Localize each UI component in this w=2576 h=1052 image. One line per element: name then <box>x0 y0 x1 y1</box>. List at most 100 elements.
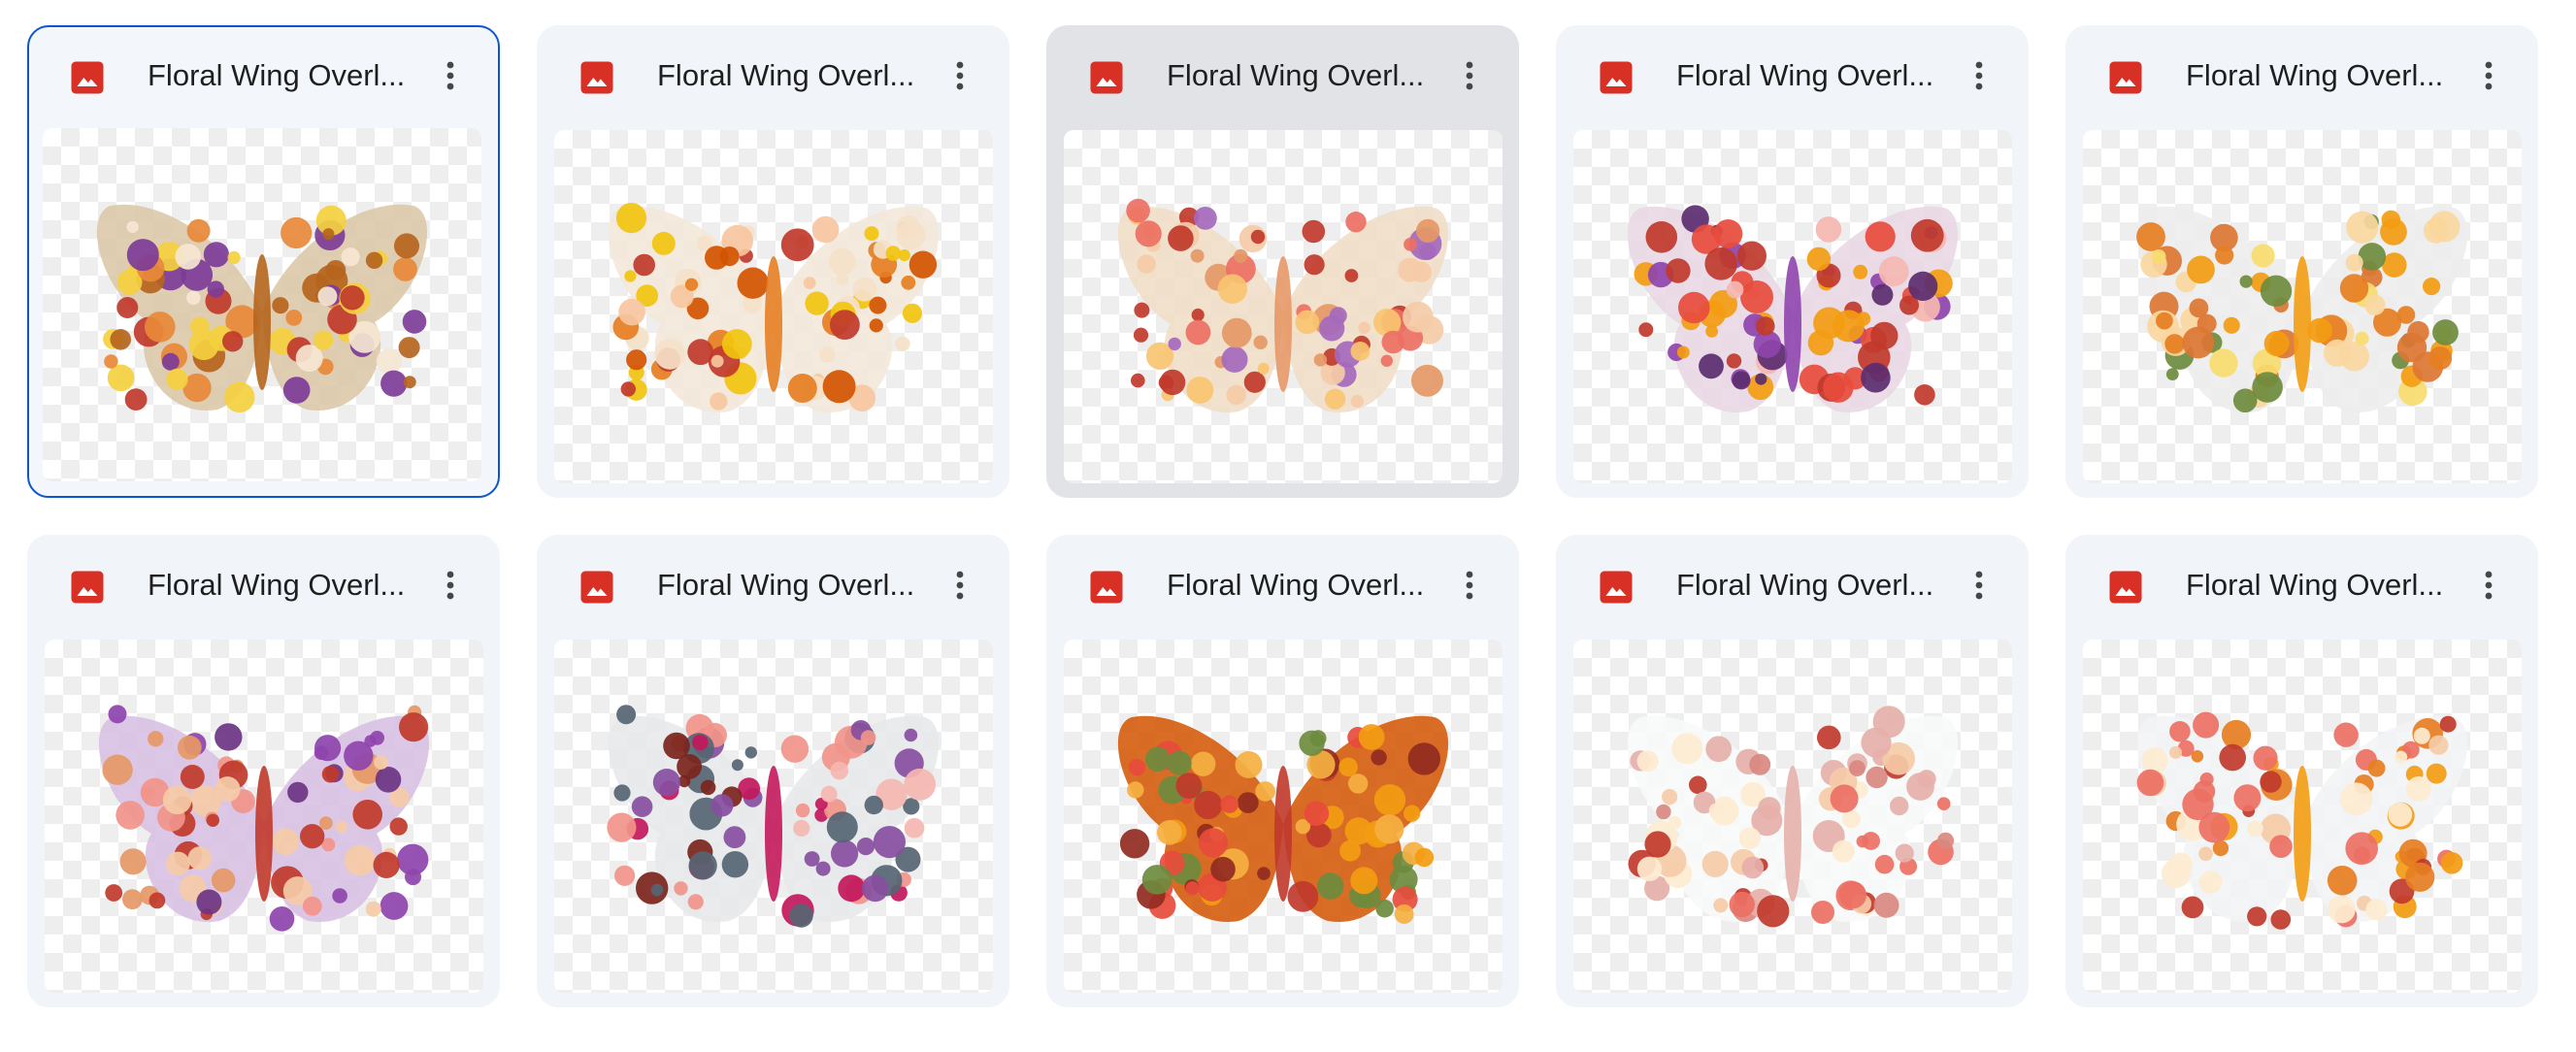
file-card-3[interactable]: Floral Wing Overl... <box>1046 25 1519 498</box>
flower <box>904 768 937 801</box>
flower <box>187 846 212 871</box>
more-actions-button[interactable] <box>2461 558 2516 612</box>
file-card-header: Floral Wing Overl... <box>2067 27 2536 130</box>
flower <box>828 247 856 276</box>
flower <box>2355 331 2369 345</box>
flower <box>119 848 147 875</box>
flower <box>1220 795 1238 813</box>
flower <box>1190 248 1205 263</box>
flower <box>281 216 313 249</box>
more-vertical-icon <box>1466 61 1473 90</box>
file-card-10[interactable]: Floral Wing Overl... <box>2065 535 2538 1007</box>
butterfly-body <box>253 254 271 390</box>
file-card-5[interactable]: Floral Wing Overl... <box>2065 25 2538 498</box>
flower <box>1134 302 1150 318</box>
flower <box>789 904 813 928</box>
flower <box>2219 743 2246 772</box>
file-card-9[interactable]: Floral Wing Overl... <box>1556 535 2029 1007</box>
flower <box>398 337 420 359</box>
flower <box>1159 369 1186 396</box>
flower <box>1936 797 1951 810</box>
flower <box>2198 811 2230 843</box>
flower <box>2161 859 2191 889</box>
flower <box>1874 854 1895 874</box>
flower <box>731 759 743 772</box>
flower <box>1135 220 1162 247</box>
flower <box>1339 839 1361 862</box>
flower <box>1221 317 1252 348</box>
flower <box>633 253 655 277</box>
more-actions-button[interactable] <box>423 558 478 612</box>
butterfly-body <box>1784 766 1801 902</box>
more-actions-button[interactable] <box>423 49 478 103</box>
flower <box>1756 316 1775 336</box>
flower <box>287 781 309 804</box>
flower <box>1699 353 1724 379</box>
file-grid: Floral Wing Overl... Floral Wing Overl..… <box>27 25 2538 1007</box>
flower <box>1185 881 1200 896</box>
flower <box>2263 330 2290 357</box>
flower <box>1210 856 1236 882</box>
file-name: Floral Wing Overl... <box>2186 58 2444 92</box>
flower <box>721 329 752 359</box>
flower <box>2199 773 2214 787</box>
flower <box>1705 325 1718 338</box>
flower <box>1137 254 1156 274</box>
file-card-7[interactable]: Floral Wing Overl... <box>537 535 1009 1007</box>
more-actions-button[interactable] <box>1952 558 2006 612</box>
flower <box>2193 711 2220 739</box>
flower <box>2223 316 2240 334</box>
file-card-4[interactable]: Floral Wing Overl... <box>1556 25 2029 498</box>
flower <box>2182 326 2215 359</box>
more-vertical-icon <box>2485 61 2493 90</box>
flower <box>2136 769 2164 797</box>
flower <box>1726 280 1744 299</box>
flower <box>126 220 139 234</box>
flower <box>1404 805 1421 822</box>
flower <box>1403 301 1434 333</box>
flower <box>2413 727 2430 744</box>
flower <box>1126 198 1150 223</box>
flower <box>224 381 255 413</box>
more-actions-button[interactable] <box>2461 49 2516 103</box>
flower <box>705 246 729 270</box>
floral-wing-artwork <box>1117 715 1449 924</box>
butterfly-body <box>1274 256 1292 392</box>
flower <box>302 896 322 916</box>
file-card-8[interactable]: Floral Wing Overl... <box>1046 535 1519 1007</box>
flower <box>895 336 910 351</box>
file-thumbnail <box>554 130 993 483</box>
file-card-2[interactable]: Floral Wing Overl... <box>537 25 1009 498</box>
flower <box>1345 212 1367 233</box>
flower <box>1732 371 1751 390</box>
flower <box>1145 746 1171 773</box>
flower <box>124 388 148 411</box>
flower <box>1313 353 1328 367</box>
flower <box>2215 246 2234 265</box>
more-actions-button[interactable] <box>1952 49 2006 103</box>
more-actions-button[interactable] <box>1442 49 1497 103</box>
flower <box>1217 274 1247 304</box>
file-card-1[interactable]: Floral Wing Overl... <box>27 25 500 498</box>
flower <box>319 816 333 830</box>
flower <box>1250 229 1266 245</box>
more-actions-button[interactable] <box>933 49 987 103</box>
flower <box>1324 388 1346 410</box>
more-actions-button[interactable] <box>933 558 987 612</box>
flower <box>1865 221 1896 252</box>
more-vertical-icon <box>1975 571 1983 600</box>
flower <box>313 330 334 350</box>
flower <box>1656 804 1671 820</box>
more-actions-button[interactable] <box>1442 558 1497 612</box>
more-vertical-icon <box>446 571 454 600</box>
flower <box>1319 315 1345 342</box>
flower <box>1862 832 1880 850</box>
flower <box>1191 308 1205 322</box>
flower <box>148 731 164 747</box>
flower <box>1128 758 1146 776</box>
flower <box>2260 275 2293 307</box>
flower <box>904 817 925 838</box>
file-card-6[interactable]: Floral Wing Overl... <box>27 535 500 1007</box>
flower <box>904 728 918 742</box>
flower <box>1221 345 1248 373</box>
